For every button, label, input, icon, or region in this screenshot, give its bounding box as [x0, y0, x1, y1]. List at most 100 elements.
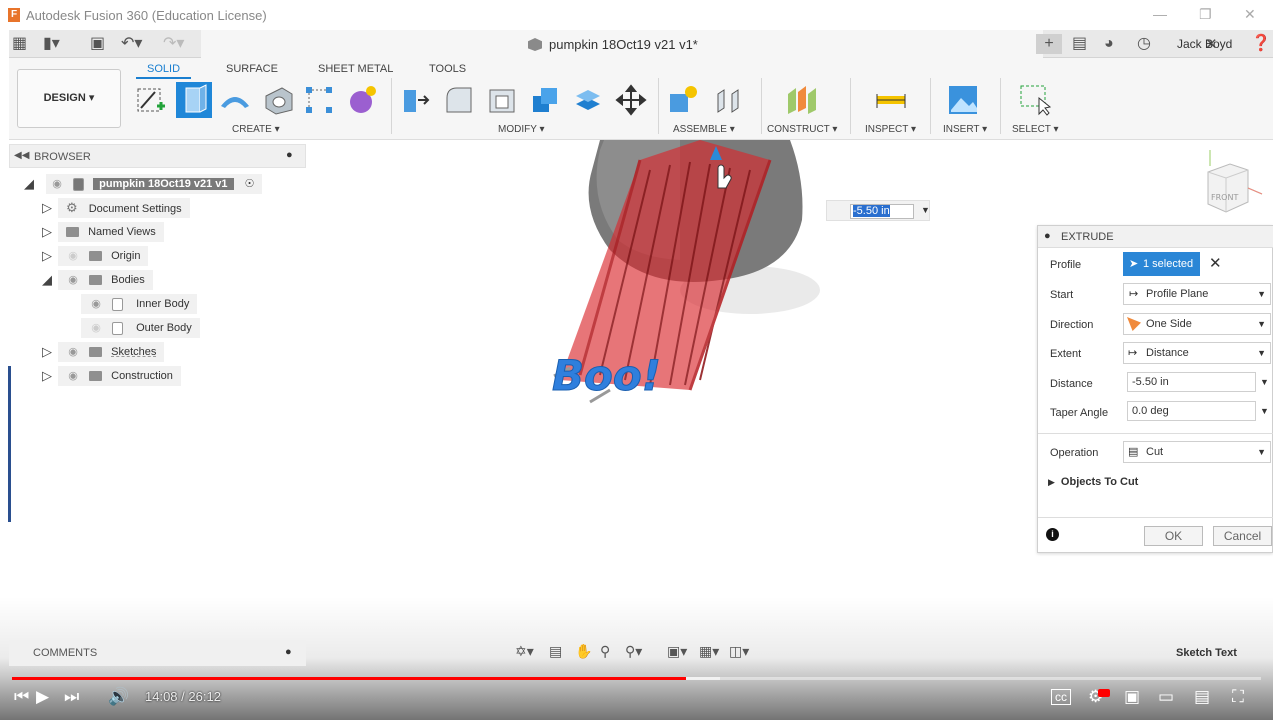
- captions-icon[interactable]: cc: [1051, 689, 1071, 705]
- visibility-eye-icon[interactable]: ◉: [50, 174, 64, 194]
- pan-hand-icon[interactable]: ✋: [575, 643, 592, 660]
- distance-dropdown-icon[interactable]: ▼: [1260, 377, 1269, 387]
- sidebar-item-named-views[interactable]: Named Views: [58, 222, 164, 242]
- expand-named-views-icon[interactable]: ▷: [42, 224, 52, 240]
- comments-bar[interactable]: COMMENTS ●: [9, 640, 306, 666]
- minimize-icon[interactable]: —: [1153, 6, 1167, 22]
- undo-icon[interactable]: ↶▾: [121, 34, 142, 54]
- new-tab-plus-icon[interactable]: +: [1036, 34, 1062, 54]
- collapse-root-icon[interactable]: ◢: [24, 176, 34, 192]
- play-icon[interactable]: ▶: [36, 686, 49, 708]
- sidebar-item-inner-body[interactable]: ◉ Inner Body: [81, 294, 198, 314]
- expand-document-settings-icon[interactable]: ▷: [42, 200, 52, 216]
- assemble-menu[interactable]: ASSEMBLE ▾: [673, 124, 735, 135]
- insert-image-icon[interactable]: [947, 84, 979, 116]
- boo-sketch-text[interactable]: Boo!: [552, 351, 662, 401]
- ok-button[interactable]: OK: [1144, 526, 1203, 546]
- activate-radio-icon[interactable]: ☉: [245, 178, 255, 190]
- look-at-icon[interactable]: ▤: [549, 643, 562, 660]
- job-status-icon[interactable]: ◕: [1104, 34, 1114, 54]
- extrude-icon[interactable]: [176, 82, 212, 118]
- document-tab[interactable]: pumpkin 18Oct19 v21 v1* ✕: [201, 30, 1218, 58]
- previous-video-icon[interactable]: ⏮: [14, 686, 29, 708]
- shell-icon[interactable]: [486, 84, 518, 116]
- expand-sketches-icon[interactable]: ▷: [42, 344, 52, 360]
- hidden-eye-icon[interactable]: ◉: [89, 318, 103, 338]
- browser-root-item[interactable]: ◉ pumpkin 18Oct19 v21 v1 ☉: [46, 174, 263, 194]
- extension-clock-icon[interactable]: ◷: [1137, 34, 1151, 54]
- offset-face-icon[interactable]: [572, 84, 604, 116]
- select-window-icon[interactable]: [1019, 84, 1051, 116]
- chevron-down-icon[interactable]: ▼: [921, 205, 930, 215]
- restore-icon[interactable]: ❐: [1199, 6, 1212, 23]
- construct-menu[interactable]: CONSTRUCT ▾: [767, 124, 837, 135]
- tab-surface[interactable]: SURFACE: [226, 63, 278, 75]
- collapse-browser-icon[interactable]: ◀◀: [14, 150, 29, 161]
- viewcube[interactable]: FRONT: [1196, 150, 1266, 224]
- visibility-eye-icon[interactable]: ◉: [66, 342, 80, 362]
- workspace-switcher-button[interactable]: DESIGN ▾: [17, 69, 121, 128]
- visibility-eye-icon[interactable]: ◉: [66, 366, 80, 386]
- hole-icon[interactable]: [262, 84, 294, 116]
- sidebar-item-origin[interactable]: ◉ Origin: [58, 246, 149, 266]
- fullscreen-icon[interactable]: ⛶: [1232, 686, 1244, 708]
- model-viewport[interactable]: Boo!: [540, 140, 870, 420]
- profile-selection-button[interactable]: ➤ 1 selected: [1123, 252, 1200, 276]
- objects-to-cut-toggle[interactable]: ▶ Objects To Cut: [1048, 476, 1138, 488]
- next-video-icon[interactable]: ⏭: [64, 686, 79, 708]
- cast-icon[interactable]: ▤: [1194, 686, 1210, 708]
- save-icon[interactable]: ▣: [90, 34, 105, 54]
- tab-tools[interactable]: TOOLS: [429, 63, 466, 75]
- info-icon[interactable]: i: [1046, 528, 1059, 541]
- pattern-icon[interactable]: [303, 84, 335, 116]
- close-window-icon[interactable]: ✕: [1244, 6, 1256, 23]
- new-component-icon[interactable]: [667, 84, 699, 116]
- taper-dropdown-icon[interactable]: ▼: [1260, 406, 1269, 416]
- start-select[interactable]: ↦ Profile Plane ▼: [1123, 283, 1271, 305]
- distance-input[interactable]: -5.50 in: [1127, 372, 1256, 392]
- hidden-eye-icon[interactable]: ◉: [66, 246, 80, 266]
- collapse-bodies-icon[interactable]: ◢: [42, 272, 52, 288]
- tab-sheet-metal[interactable]: SHEET METAL: [318, 63, 393, 75]
- grid-settings-icon[interactable]: ▦▾: [699, 643, 719, 660]
- visibility-eye-icon[interactable]: ◉: [66, 270, 80, 290]
- fillet-icon[interactable]: [443, 84, 475, 116]
- sidebar-item-sketches[interactable]: ◉ Sketches: [58, 342, 165, 362]
- collapse-dialog-icon[interactable]: ●: [1044, 230, 1051, 242]
- redo-icon[interactable]: ↷▾: [163, 34, 184, 54]
- move-copy-icon[interactable]: [615, 84, 647, 116]
- create-sketch-icon[interactable]: [135, 84, 167, 116]
- sidebar-item-bodies[interactable]: ◉ Bodies: [58, 270, 153, 290]
- expand-origin-icon[interactable]: ▷: [42, 248, 52, 264]
- modify-menu[interactable]: MODIFY ▾: [498, 124, 545, 135]
- display-settings-icon[interactable]: ▣▾: [667, 643, 687, 660]
- expand-construction-icon[interactable]: ▷: [42, 368, 52, 384]
- measure-icon[interactable]: [875, 84, 907, 116]
- notifications-icon[interactable]: ▤: [1072, 34, 1087, 54]
- help-icon[interactable]: ❓: [1251, 34, 1271, 54]
- cancel-button[interactable]: Cancel: [1213, 526, 1272, 546]
- zoom-icon[interactable]: ⚲: [600, 643, 610, 660]
- distance-manipulator-input[interactable]: -5.50 in: [850, 204, 914, 219]
- data-panel-grid-icon[interactable]: ▦: [12, 34, 27, 54]
- tab-solid[interactable]: SOLID: [136, 63, 192, 79]
- comments-pin-icon[interactable]: ●: [285, 646, 292, 658]
- browser-pin-icon[interactable]: ●: [286, 149, 293, 161]
- joint-icon[interactable]: [712, 84, 744, 116]
- taper-angle-input[interactable]: 0.0 deg: [1127, 401, 1256, 421]
- press-pull-icon[interactable]: [400, 84, 432, 116]
- combine-icon[interactable]: [529, 84, 561, 116]
- fit-zoom-icon[interactable]: ⚲▾: [625, 643, 642, 660]
- clear-selection-icon[interactable]: ✕: [1209, 254, 1222, 272]
- volume-icon[interactable]: 🔊: [108, 686, 129, 708]
- user-name[interactable]: Jack Boyd: [1177, 37, 1232, 51]
- orbit-icon[interactable]: ✡▾: [515, 643, 534, 660]
- inspect-menu[interactable]: INSPECT ▾: [865, 124, 916, 135]
- extent-select[interactable]: ↦ Distance ▼: [1123, 342, 1271, 364]
- create-menu[interactable]: CREATE ▾: [232, 124, 280, 135]
- offset-plane-icon[interactable]: [786, 84, 818, 116]
- operation-select[interactable]: ▤ Cut ▼: [1123, 441, 1271, 463]
- direction-select[interactable]: One Side ▼: [1123, 313, 1271, 335]
- insert-menu[interactable]: INSERT ▾: [943, 124, 987, 135]
- sidebar-item-outer-body[interactable]: ◉ Outer Body: [81, 318, 200, 338]
